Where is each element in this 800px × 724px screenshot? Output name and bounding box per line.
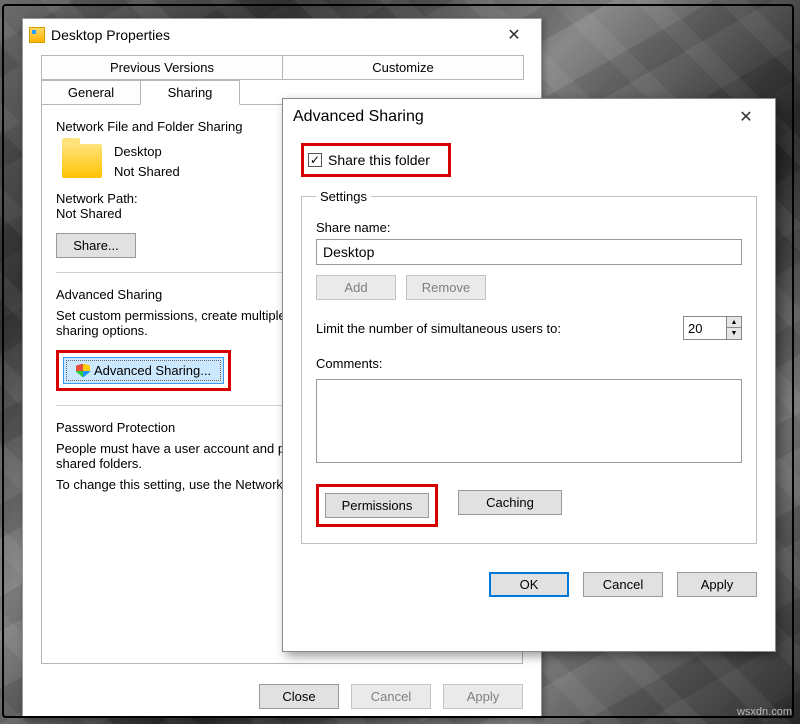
folder-name: Desktop [114,142,180,162]
comments-label: Comments: [316,356,742,371]
share-this-folder-checkbox[interactable]: ✓ Share this folder [308,152,430,168]
share-this-folder-label: Share this folder [328,152,430,168]
highlight-share-checkbox: ✓ Share this folder [301,143,451,177]
settings-legend: Settings [316,189,371,204]
limit-users-label: Limit the number of simultaneous users t… [316,321,671,336]
adv-apply-button[interactable]: Apply [677,572,757,597]
remove-button: Remove [406,275,486,300]
spinner-down-icon[interactable]: ▼ [727,328,741,339]
window-title: Desktop Properties [51,27,495,43]
tab-sharing[interactable]: Sharing [140,80,240,105]
advanced-sharing-dialog: Advanced Sharing ✕ ✓ Share this folder S… [282,98,776,652]
share-name-input[interactable] [316,239,742,265]
apply-button: Apply [443,684,523,709]
properties-titlebar[interactable]: Desktop Properties ✕ [23,19,541,51]
adv-window-title: Advanced Sharing [293,108,727,126]
add-button: Add [316,275,396,300]
advanced-sharing-button-label: Advanced Sharing... [94,363,211,378]
adv-titlebar[interactable]: Advanced Sharing ✕ [283,99,775,135]
highlight-advanced-sharing: Advanced Sharing... [56,350,231,391]
tab-previous-versions[interactable]: Previous Versions [41,55,283,80]
highlight-permissions: Permissions [316,484,438,527]
shared-state: Not Shared [114,162,180,182]
limit-users-input[interactable] [684,317,726,339]
close-button[interactable]: Close [259,684,339,709]
limit-users-spinner[interactable]: ▲ ▼ [683,316,742,340]
advanced-sharing-button[interactable]: Advanced Sharing... [63,357,224,384]
spinner-up-icon[interactable]: ▲ [727,317,741,328]
comments-textarea[interactable] [316,379,742,463]
close-icon[interactable]: ✕ [495,23,533,47]
settings-group: Settings Share name: Add Remove Limit th… [301,189,757,544]
tab-customize[interactable]: Customize [282,55,524,80]
tab-general[interactable]: General [41,80,141,105]
folder-large-icon [62,144,102,178]
share-name-label: Share name: [316,220,742,235]
watermark: wsxdn.com [737,706,792,718]
folder-icon [29,27,45,43]
checkmark-icon: ✓ [308,153,322,167]
permissions-button[interactable]: Permissions [325,493,429,518]
shield-icon [76,364,90,378]
caching-button[interactable]: Caching [458,490,562,515]
close-icon[interactable]: ✕ [727,105,765,129]
ok-button[interactable]: OK [489,572,569,597]
share-button[interactable]: Share... [56,233,136,258]
adv-cancel-button[interactable]: Cancel [583,572,663,597]
cancel-button: Cancel [351,684,431,709]
